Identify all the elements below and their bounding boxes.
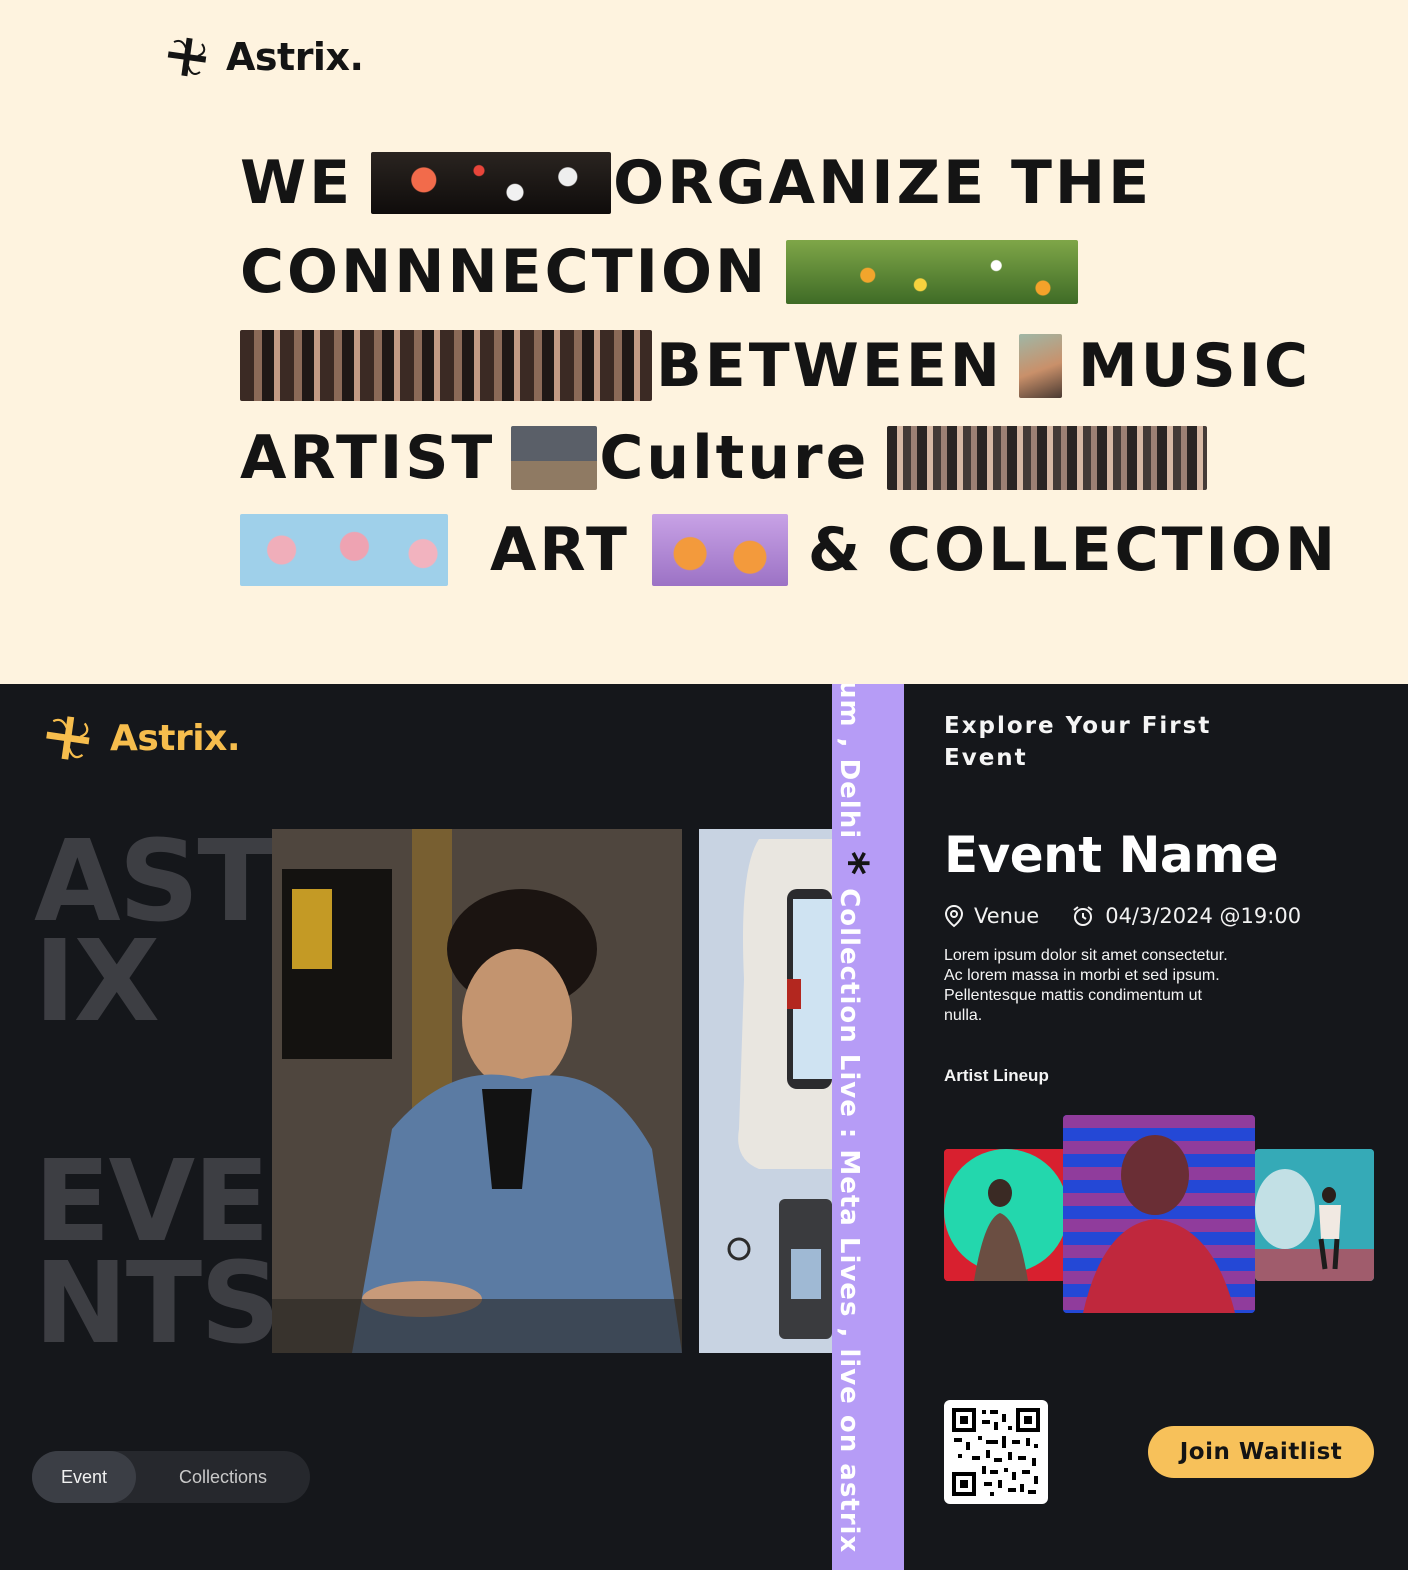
confetti-thumb — [371, 152, 612, 214]
qr-code[interactable] — [944, 1400, 1048, 1504]
artist-card-left[interactable] — [944, 1149, 1066, 1281]
datetime-label: 04/3/2024 @19:00 — [1105, 904, 1302, 928]
artist-card-right[interactable] — [1255, 1149, 1374, 1281]
venue-info[interactable]: Venue — [944, 904, 1039, 928]
event-name: Event Name — [944, 826, 1279, 884]
event-meta: Venue 04/3/2024 @19:00 — [944, 904, 1301, 928]
hero-word: & COLLECTION — [807, 515, 1339, 585]
hero-line-5: ART & COLLECTION — [240, 514, 1338, 586]
hero-word: MUSIC — [1078, 330, 1312, 401]
asterisk-icon: * — [832, 851, 878, 876]
join-waitlist-button[interactable]: Join Waitlist — [1148, 1426, 1374, 1478]
ghost-text: NTS — [34, 1239, 281, 1369]
datetime-info: 04/3/2024 @19:00 — [1071, 904, 1301, 928]
hero-line-1: WE ORGANIZE THE — [240, 152, 1152, 214]
ghost-text: EVE — [34, 1137, 270, 1267]
pinwheel-logo-icon — [167, 37, 207, 77]
view-toggle: Event Collections — [32, 1451, 310, 1503]
hero-word: ORGANIZE THE — [613, 148, 1153, 218]
tab-event[interactable]: Event — [32, 1451, 136, 1503]
stage-thumb — [511, 426, 598, 490]
brand-logo[interactable]: Astrix. — [164, 34, 364, 80]
location-pin-icon — [944, 904, 964, 928]
lineup-heading: Artist Lineup — [944, 1066, 1049, 1085]
flower-field-thumb — [786, 240, 1079, 304]
artist-image — [944, 1149, 1066, 1281]
brand-name: Astrix. — [110, 717, 241, 759]
hero-word: ART — [490, 515, 630, 585]
artist-image — [1255, 1149, 1374, 1281]
device-photo[interactable] — [699, 829, 832, 1353]
venue-label: Venue — [974, 904, 1040, 928]
festival-crowd-thumb — [887, 426, 1208, 490]
artist-card-center[interactable] — [1063, 1115, 1255, 1313]
marquee-text: um , Delhi * Collection Live : Meta Lives … — [832, 684, 884, 1553]
hero-line-4: ARTIST Culture — [240, 423, 1208, 493]
marquee-text-before: um , Delhi — [834, 684, 864, 840]
dj-photo[interactable] — [272, 829, 682, 1353]
qr-code-icon — [950, 1406, 1042, 1498]
floral-pattern-thumb — [240, 514, 448, 586]
marquee-strip: um , Delhi * Collection Live : Meta Lives … — [832, 684, 904, 1570]
artist-image — [1063, 1115, 1255, 1313]
hero-word: WE — [240, 148, 354, 218]
pinwheel-logo-icon — [46, 716, 90, 760]
event-details-panel: Explore Your First Event Event Name Venu… — [904, 684, 1408, 1570]
hero-section: Astrix. WE ORGANIZE THE CONNNECTION BETW… — [0, 0, 1408, 684]
device-illustration — [699, 829, 832, 1353]
hero-word: BETWEEN — [656, 330, 1004, 401]
hero-line-2: CONNNECTION — [240, 237, 1079, 307]
portrait-thumb — [1019, 333, 1063, 398]
sculpture-thumb — [651, 514, 788, 586]
hero-word: CONNNECTION — [240, 237, 769, 307]
ghost-text: IX — [34, 917, 160, 1047]
event-description: Lorem ipsum dolor sit amet consectetur. … — [944, 947, 1228, 1024]
alarm-clock-icon — [1073, 906, 1093, 926]
hero-word: Culture — [599, 423, 870, 493]
tab-collections[interactable]: Collections — [136, 1451, 310, 1503]
dj-illustration — [272, 829, 682, 1353]
hero-word: ARTIST — [240, 423, 496, 493]
crowd-thumb — [240, 330, 652, 401]
hero-line-3: BETWEEN MUSIC — [240, 330, 1311, 401]
section-heading: Explore Your First Event — [944, 713, 1212, 771]
marquee-text-after: Collection Live : Meta Lives , live on a… — [834, 888, 864, 1554]
event-gallery-panel: Astrix. AST IX EVE NTS Event Collections — [0, 684, 832, 1570]
brand-logo-secondary[interactable]: Astrix. — [42, 712, 241, 764]
brand-name: Astrix. — [226, 35, 364, 79]
